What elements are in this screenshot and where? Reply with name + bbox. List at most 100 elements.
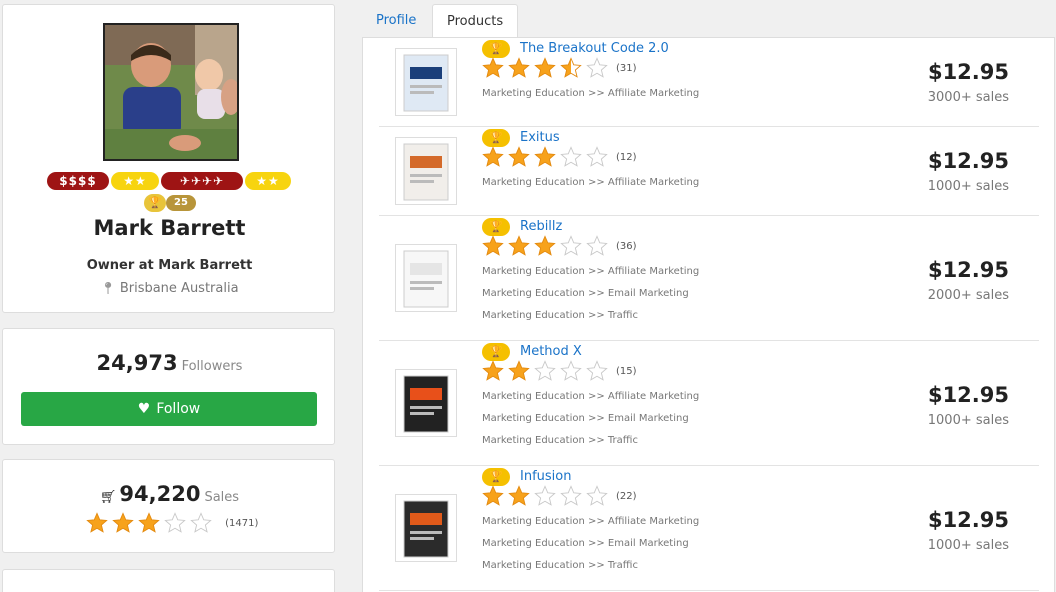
star-icon bbox=[482, 146, 504, 168]
star-icon bbox=[508, 235, 530, 257]
product-title-link[interactable]: Exitus bbox=[520, 130, 560, 145]
star-icon bbox=[586, 485, 608, 507]
product-rating-stars bbox=[482, 57, 612, 79]
product-thumbnail[interactable] bbox=[395, 244, 457, 312]
star-icon bbox=[190, 512, 212, 534]
profile-card: $$$$ ★★ ✈✈✈✈ ★★ 🏆 25 Mark Barrett Owner … bbox=[2, 4, 335, 313]
product-category: Marketing Education >> Email Marketing bbox=[482, 538, 689, 549]
product-price: $12.95 bbox=[927, 258, 1009, 282]
seller-rating-stars bbox=[86, 512, 216, 534]
follow-button-label: Follow bbox=[156, 401, 201, 417]
star-icon bbox=[164, 512, 186, 534]
product-title-row: 🏆 Exitus bbox=[482, 127, 560, 147]
sales-label: Sales bbox=[204, 490, 240, 505]
avatar bbox=[103, 23, 239, 161]
tab-profile[interactable]: Profile bbox=[362, 4, 430, 38]
star-icon bbox=[508, 485, 530, 507]
product-rating-stars bbox=[482, 146, 612, 168]
product-rating-stars bbox=[482, 235, 612, 257]
product-rating-stars bbox=[482, 485, 612, 507]
trophy-icon: 🏆 bbox=[482, 467, 510, 486]
product-title-link[interactable]: Method X bbox=[520, 344, 582, 359]
product-category: Marketing Education >> Affiliate Marketi… bbox=[482, 177, 700, 188]
profile-name: Mark Barrett bbox=[93, 216, 246, 240]
product-category: Marketing Education >> Email Marketing bbox=[482, 288, 689, 299]
seller-rating: (1471) bbox=[86, 512, 258, 536]
product-thumbnail[interactable] bbox=[395, 137, 457, 205]
star-icon bbox=[508, 146, 530, 168]
tab-products[interactable]: Products bbox=[432, 4, 519, 39]
product-sales: 3000+ sales bbox=[927, 90, 1009, 105]
star-icon bbox=[586, 146, 608, 168]
product-sales: 1000+ sales bbox=[927, 538, 1009, 553]
star-icon bbox=[482, 235, 504, 257]
seller-rating-count: (1471) bbox=[225, 517, 259, 529]
product-title-link[interactable]: The Breakout Code 2.0 bbox=[520, 41, 669, 56]
rocket-badge: ✈✈✈✈ bbox=[161, 172, 243, 190]
product-rating-count: (22) bbox=[616, 490, 637, 502]
products-panel: 🏆 The Breakout Code 2.0 (31) Marketing Ed… bbox=[362, 37, 1055, 592]
product-category: Marketing Education >> Traffic bbox=[482, 560, 638, 571]
product-row: 🏆 Infusion (22) Marketing Education >> Af… bbox=[379, 466, 1039, 591]
product-row: 🏆 Rebillz (36) Marketing Education >> Aff… bbox=[379, 216, 1039, 341]
trophy-icon: 🏆 bbox=[482, 342, 510, 361]
product-category: Marketing Education >> Email Marketing bbox=[482, 413, 689, 424]
star-icon bbox=[586, 235, 608, 257]
cart-icon: 🛒︎ bbox=[99, 490, 117, 505]
product-rating-stars bbox=[482, 360, 612, 382]
product-rating: (36) bbox=[482, 235, 637, 257]
star-icon bbox=[534, 57, 556, 79]
product-category: Marketing Education >> Traffic bbox=[482, 435, 638, 446]
star-icon bbox=[534, 485, 556, 507]
product-rating-count: (31) bbox=[616, 62, 637, 74]
product-title-link[interactable]: Infusion bbox=[520, 469, 571, 484]
money-badge: $$$$ bbox=[47, 172, 109, 190]
location-pin-icon: 📍︎ bbox=[100, 281, 116, 295]
product-rating-count: (15) bbox=[616, 365, 637, 377]
product-rating-count: (36) bbox=[616, 240, 637, 252]
star-icon bbox=[560, 235, 582, 257]
product-rating: (12) bbox=[482, 146, 637, 168]
star-icon bbox=[534, 235, 556, 257]
product-thumbnail[interactable] bbox=[395, 369, 457, 437]
trophy-icon: 🏆 bbox=[144, 194, 166, 212]
product-thumbnail[interactable] bbox=[395, 494, 457, 562]
star-icon bbox=[560, 146, 582, 168]
star-icon bbox=[138, 512, 160, 534]
product-category: Marketing Education >> Affiliate Marketi… bbox=[482, 88, 700, 99]
product-price: $12.95 bbox=[927, 508, 1009, 532]
star-icon bbox=[560, 485, 582, 507]
follow-button[interactable]: ♥ Follow bbox=[21, 392, 317, 426]
product-rating: (22) bbox=[482, 485, 637, 507]
product-row: 🏆 Method X (15) Marketing Education >> Af… bbox=[379, 341, 1039, 466]
followers-card: 24,973 Followers ♥ Follow bbox=[2, 328, 335, 445]
product-title-row: 🏆 Infusion bbox=[482, 466, 571, 486]
product-row: 🏆 Exitus (12) Marketing Education >> Affi… bbox=[379, 127, 1039, 216]
star-icon bbox=[482, 360, 504, 382]
extra-card bbox=[2, 569, 335, 592]
profile-role: Owner at Mark Barrett bbox=[86, 258, 253, 273]
badge-row: $$$$ ★★ ✈✈✈✈ ★★ bbox=[3, 172, 336, 192]
star-icon bbox=[586, 360, 608, 382]
product-row: 🏆 The Breakout Code 2.0 (31) Marketing Ed… bbox=[379, 38, 1039, 127]
sales-line: 🛒︎ 94,220 Sales bbox=[3, 482, 336, 506]
star-icon bbox=[482, 485, 504, 507]
product-sales: 1000+ sales bbox=[927, 179, 1009, 194]
sales-count: 94,220 bbox=[119, 482, 201, 506]
product-price: $12.95 bbox=[927, 383, 1009, 407]
followers-line: 24,973 Followers bbox=[3, 351, 336, 375]
trophy-count: 25 bbox=[166, 195, 196, 211]
product-title-link[interactable]: Rebillz bbox=[520, 219, 562, 234]
product-title-row: 🏆 Method X bbox=[482, 341, 582, 361]
star-icon bbox=[112, 512, 134, 534]
product-rating: (31) bbox=[482, 57, 637, 79]
star-icon bbox=[560, 57, 582, 79]
product-sales: 2000+ sales bbox=[927, 288, 1009, 303]
product-price: $12.95 bbox=[927, 60, 1009, 84]
product-thumbnail[interactable] bbox=[395, 48, 457, 116]
star-icon bbox=[560, 360, 582, 382]
trophy-badge: 🏆 25 bbox=[144, 194, 196, 212]
product-price: $12.95 bbox=[927, 149, 1009, 173]
star-icon bbox=[86, 512, 108, 534]
star-icon bbox=[534, 146, 556, 168]
